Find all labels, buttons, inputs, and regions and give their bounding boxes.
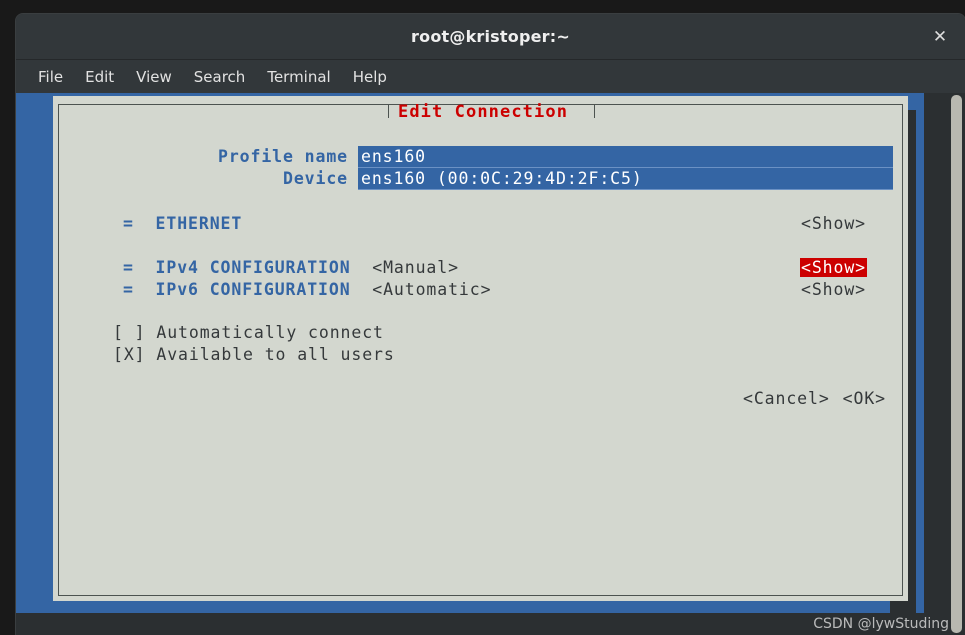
ethernet-show-button[interactable]: <Show>	[801, 214, 866, 233]
ipv4-section-label: IPv4 CONFIGURATION	[155, 258, 351, 277]
dialog-frame-tick-left	[388, 104, 389, 118]
ipv6-section-row[interactable]: = IPv6 CONFIGURATION <Automatic>	[123, 280, 491, 299]
terminal-scrollbar-thumb[interactable]	[951, 95, 962, 633]
ethernet-section-row[interactable]: = ETHERNET	[123, 214, 242, 233]
device-input[interactable]: ens160 (00:0C:29:4D:2F:C5)	[358, 168, 893, 190]
ok-button[interactable]: <OK>	[843, 389, 886, 408]
all-users-checkbox[interactable]: [X]	[113, 345, 146, 364]
auto-connect-checkbox-row[interactable]: [ ] Automatically connect	[113, 323, 384, 342]
auto-connect-label: Automatically connect	[156, 323, 384, 342]
menu-item-search[interactable]: Search	[194, 68, 246, 86]
watermark-text: CSDN @lywStuding	[813, 616, 949, 632]
profile-name-row: Profile name ens160	[168, 146, 893, 168]
terminal-scrollbar-track[interactable]	[948, 93, 965, 635]
desktop-backdrop: root@kristoper:~ ✕ File Edit View Search…	[0, 0, 965, 635]
ipv6-show-button[interactable]: <Show>	[801, 280, 866, 299]
ethernet-section-label: ETHERNET	[155, 214, 243, 233]
auto-connect-checkbox[interactable]: [ ]	[113, 323, 146, 342]
dialog-frame-tick-right	[594, 104, 595, 118]
device-label: Device	[282, 169, 348, 188]
menu-item-help[interactable]: Help	[353, 68, 387, 86]
menu-item-edit[interactable]: Edit	[85, 68, 114, 86]
ipv4-expand-icon[interactable]: =	[123, 258, 134, 277]
dialog-button-row: <Cancel> <OK>	[743, 389, 886, 408]
cancel-button[interactable]: <Cancel>	[743, 389, 830, 408]
terminal-content: Edit Connection Profile name ens160 Devi…	[16, 93, 965, 635]
profile-name-label: Profile name	[217, 147, 348, 166]
ipv4-section-row[interactable]: = IPv4 CONFIGURATION <Manual>	[123, 258, 459, 277]
menu-bar: File Edit View Search Terminal Help	[16, 60, 965, 93]
menu-item-file[interactable]: File	[38, 68, 63, 86]
ipv6-expand-icon[interactable]: =	[123, 280, 134, 299]
ipv4-method-value[interactable]: <Manual>	[372, 258, 459, 277]
ipv4-show-button[interactable]: <Show>	[799, 258, 867, 277]
ethernet-expand-icon[interactable]: =	[123, 214, 134, 233]
ipv6-method-value[interactable]: <Automatic>	[372, 280, 491, 299]
ipv6-section-label: IPv6 CONFIGURATION	[155, 280, 351, 299]
edit-connection-dialog: Edit Connection Profile name ens160 Devi…	[53, 96, 908, 601]
menu-item-view[interactable]: View	[136, 68, 172, 86]
terminal-window: root@kristoper:~ ✕ File Edit View Search…	[16, 14, 965, 635]
window-title: root@kristoper:~	[411, 27, 570, 46]
close-icon[interactable]: ✕	[929, 26, 951, 48]
dialog-frame-line-right	[590, 104, 903, 105]
all-users-checkbox-row[interactable]: [X] Available to all users	[113, 345, 395, 364]
dialog-frame-line-left	[58, 104, 388, 105]
menu-item-terminal[interactable]: Terminal	[267, 68, 330, 86]
device-row: Device ens160 (00:0C:29:4D:2F:C5)	[168, 168, 893, 190]
window-titlebar: root@kristoper:~ ✕	[16, 14, 965, 60]
profile-name-input[interactable]: ens160	[358, 146, 893, 168]
all-users-label: Available to all users	[156, 345, 395, 364]
dialog-title: Edit Connection	[398, 102, 569, 122]
